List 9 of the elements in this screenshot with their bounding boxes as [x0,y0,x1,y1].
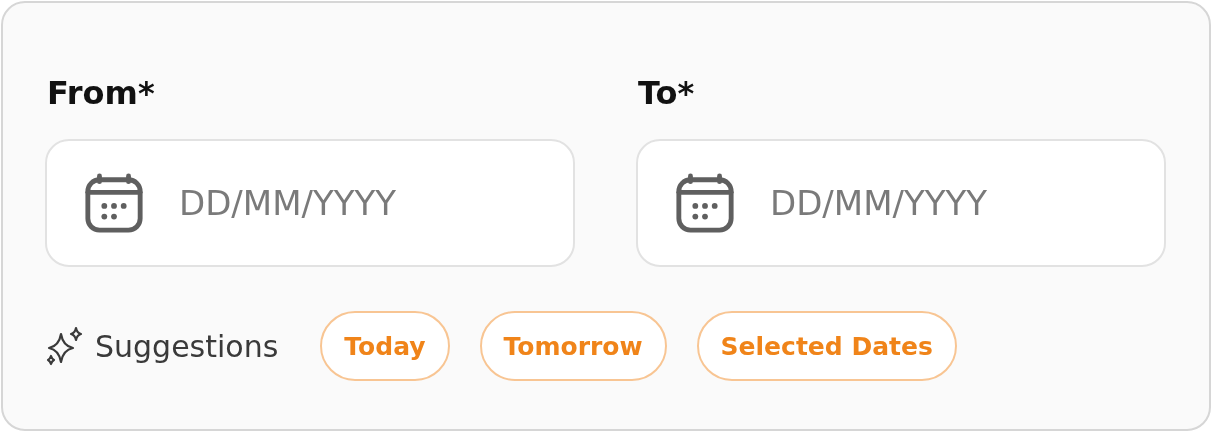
field-label: To* [637,73,696,114]
sparkle-icon [45,326,85,366]
field-label: From* [46,73,156,114]
date-field[interactable]: DD/MM/YYYY [636,139,1166,267]
date-field[interactable]: DD/MM/YYYY [45,139,575,267]
suggestions-label: Suggestions [95,328,279,364]
suggestion-chip[interactable]: Today [320,311,450,381]
suggestion-chip[interactable]: Tomorrow [479,311,667,381]
suggestion-chip[interactable]: Selected Dates [696,311,957,381]
